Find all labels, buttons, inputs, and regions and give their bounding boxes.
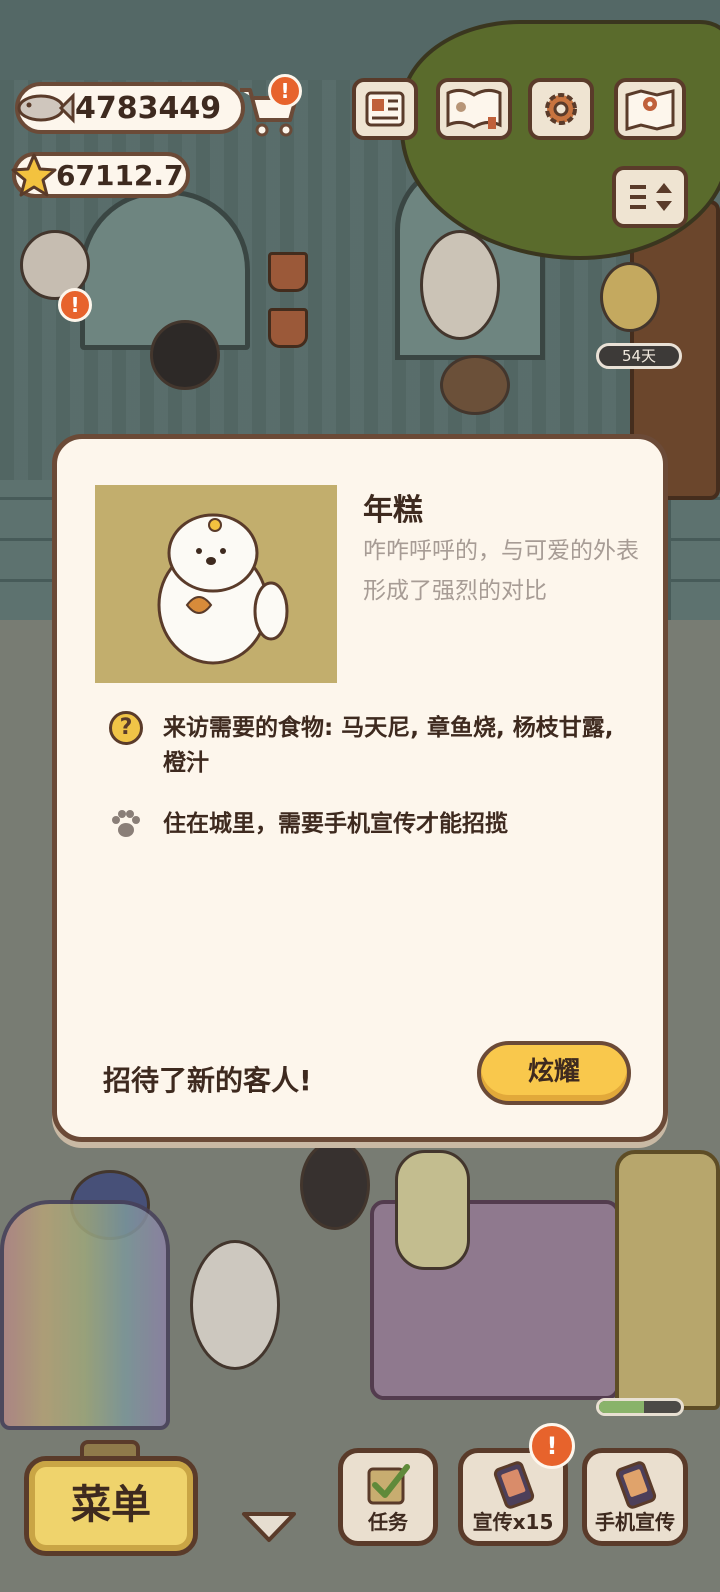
days-badge: 54天 [596,343,682,369]
visitor-alert-badge[interactable]: ! [58,288,92,322]
collapse-button[interactable] [240,1508,298,1546]
habitat-text: 住在城里，需要手机宣传才能招揽 [163,811,508,837]
progress-fill [599,1401,645,1413]
food-requirement-text: 来访需要的食物: 马天尼, 章鱼烧, 杨枝甘露, 橙汁 [163,715,614,776]
photo-album-button[interactable] [436,78,512,140]
guest-name: 年糕 [363,493,423,528]
progress-bar [596,1398,684,1416]
map-button[interactable] [614,78,686,140]
phone-icon [493,1461,535,1509]
checkbox-icon [367,1464,410,1505]
promote-alert-badge: ! [529,1423,575,1469]
question-icon: ? [109,711,143,745]
welcome-message: 招待了新的客人! [103,1064,312,1097]
phone-promote-label: 手机宣传 [595,1510,675,1534]
sort-toggle-button[interactable] [612,166,688,228]
fish-currency-pill[interactable]: 4783449 [15,82,245,134]
show-off-button[interactable]: 炫耀 [477,1041,631,1105]
star-count: 67112.7 [56,158,184,192]
habitat-row: 住在城里，需要手机宣传才能招揽 [109,807,623,842]
guest-portrait [95,485,337,683]
promote-label: 宣传x15 [472,1510,554,1534]
phone-promote-button[interactable]: 手机宣传 [582,1448,688,1546]
pomeranian-dog-illustration [157,513,289,665]
map-icon [625,89,675,131]
promote-button[interactable]: 宣传x15 ! [458,1423,575,1546]
food-requirement-row: ? 来访需要的食物: 马天尼, 章鱼烧, 杨枝甘露, 橙汁 [109,711,623,781]
chevron-down-icon [242,1512,296,1542]
fish-count: 4783449 [75,90,222,126]
newspaper-button[interactable] [352,78,418,140]
tasks-label: 任务 [368,1510,408,1534]
paw-icon [112,810,140,837]
tasks-button[interactable]: 任务 [338,1448,438,1546]
cart-alert-badge: ! [268,74,302,108]
gear-icon [545,93,577,125]
shop-cart-button[interactable]: ! [236,74,302,140]
menu-button[interactable]: 菜单 [24,1456,198,1556]
star-currency-pill[interactable]: 67112.7 [11,152,190,198]
fish-icon [17,92,75,124]
star-icon [11,153,57,197]
new-guest-dialog: 年糕 咋咋呼呼的，与可爱的外表形成了强烈的对比 ? 来访需要的食物: 马天尼, … [52,434,668,1142]
phone-icon [615,1461,657,1509]
sort-toggle-icon [630,183,672,211]
newspaper-icon [365,91,405,127]
photo-album-icon [446,88,502,129]
settings-button[interactable] [528,78,594,140]
guest-description: 咋咋呼呼的，与可爱的外表形成了强烈的对比 [363,538,639,604]
